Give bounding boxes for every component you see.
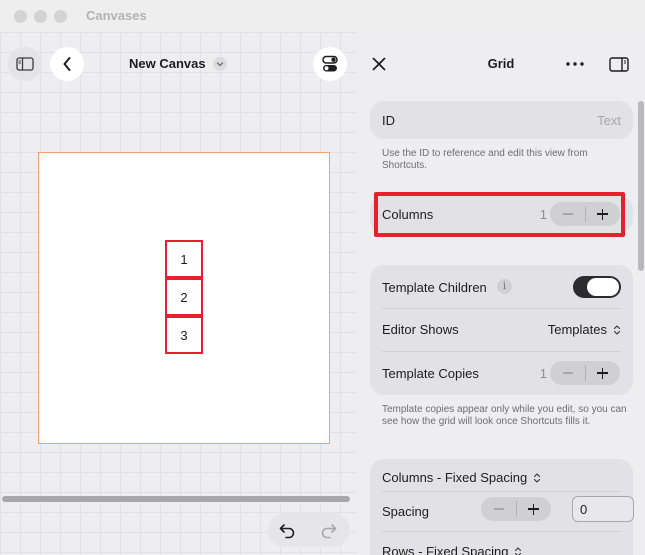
plus-icon [528, 503, 539, 515]
row-divider [382, 491, 621, 492]
spacing-label: Spacing [382, 504, 429, 519]
spacing-increment-button[interactable] [516, 497, 551, 521]
close-window-button[interactable] [14, 10, 27, 23]
toggles-icon [322, 55, 338, 72]
template-copies-stepper [550, 361, 620, 385]
info-icon[interactable]: i [497, 279, 512, 294]
minimize-window-button[interactable] [34, 10, 47, 23]
template-copies-increment-button[interactable] [585, 361, 620, 385]
rows-mode-label: Rows - Fixed Spacing [382, 544, 509, 555]
spacing-input[interactable]: 0 [572, 496, 634, 522]
id-field-row[interactable]: ID Text [370, 101, 633, 139]
chevron-down-icon [216, 62, 224, 67]
spacing-stepper [481, 497, 551, 521]
spacing-settings-group: Columns - Fixed Spacing Spacing 0 Rows -… [370, 459, 634, 555]
inspector-vertical-scrollbar[interactable] [638, 101, 644, 271]
toggle-knob [587, 278, 619, 296]
inspector-pane: Grid ID Text Use the ID to reference and… [357, 32, 645, 555]
grid-cell-3[interactable]: 3 [165, 316, 203, 354]
columns-highlight-annotation [374, 192, 625, 237]
chevron-updown-icon [613, 325, 621, 335]
inspector-title: Grid [487, 56, 515, 71]
sidebar-right-icon [609, 56, 629, 72]
undo-redo-group [268, 513, 350, 547]
more-options-button[interactable] [564, 54, 586, 74]
template-children-toggle[interactable] [573, 276, 621, 298]
ellipsis-icon [566, 62, 584, 66]
editor-shows-label: Editor Shows [382, 322, 459, 337]
id-help-text: Use the ID to reference and edit this vi… [382, 148, 588, 171]
canvas-title-menu-button[interactable] [213, 57, 227, 71]
row-divider [382, 308, 621, 309]
sidebar-icon [16, 57, 34, 71]
window-title: Canvases [86, 8, 147, 23]
spacing-decrement-button[interactable] [481, 497, 516, 521]
chevron-left-icon [63, 57, 71, 71]
chevron-updown-icon [534, 472, 541, 483]
plus-icon [597, 367, 608, 379]
undo-icon[interactable] [278, 521, 296, 539]
template-copies-value: 1 [539, 366, 547, 381]
grid-cell-1[interactable]: 1 [165, 240, 203, 278]
id-input[interactable]: Text [597, 113, 621, 128]
zoom-window-button[interactable] [54, 10, 67, 23]
chevron-updown-icon [515, 546, 522, 555]
rows-mode-select[interactable]: Rows - Fixed Spacing [382, 544, 522, 555]
horizontal-scrollbar[interactable] [2, 496, 350, 502]
template-settings-group: Template Children i Editor Shows Templat… [370, 265, 633, 395]
redo-icon[interactable] [320, 521, 338, 539]
editor-shows-select[interactable]: Templates [548, 322, 607, 337]
row-divider [382, 531, 621, 532]
columns-mode-label: Columns - Fixed Spacing [382, 470, 528, 485]
template-children-label: Template Children [382, 280, 487, 295]
id-label: ID [382, 113, 395, 128]
canvas-settings-button[interactable] [313, 47, 347, 81]
template-copies-decrement-button[interactable] [550, 361, 585, 385]
minus-icon [562, 372, 573, 374]
back-button[interactable] [50, 47, 84, 81]
template-copies-help-text: Template copies appear only while you ed… [382, 404, 627, 427]
minus-icon [493, 508, 504, 510]
inspector-sidebar-button[interactable] [608, 54, 630, 74]
template-copies-label: Template Copies [382, 366, 479, 381]
window-titlebar: Canvases [0, 0, 645, 32]
columns-mode-select[interactable]: Columns - Fixed Spacing [382, 470, 541, 485]
grid-cell-2[interactable]: 2 [165, 278, 203, 316]
canvas-pane: New Canvas 1 2 3 [0, 32, 357, 555]
sidebar-toggle-button[interactable] [8, 47, 42, 81]
row-divider [382, 351, 621, 352]
canvas-title[interactable]: New Canvas [129, 56, 206, 71]
